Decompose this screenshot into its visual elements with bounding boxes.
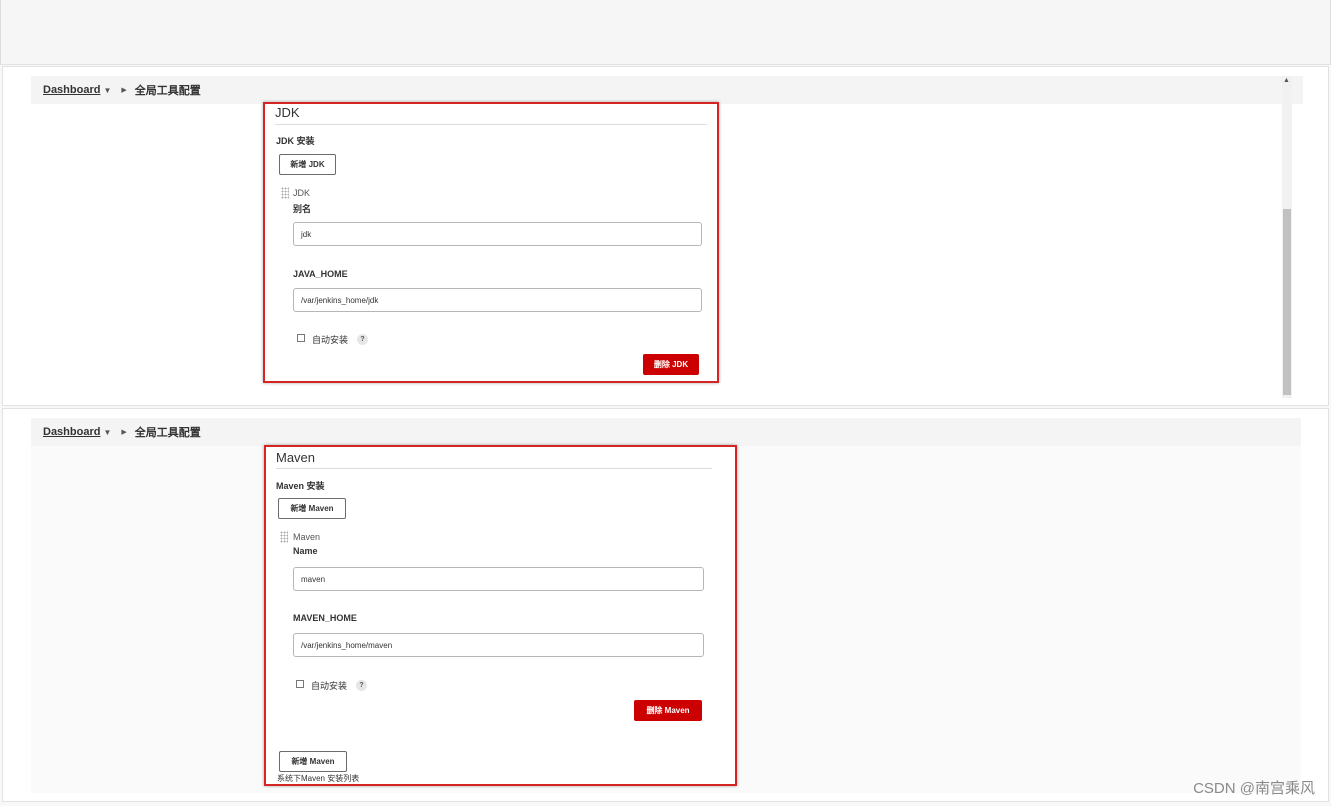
jdk-alias-label: 别名	[293, 204, 312, 214]
maven-home-label: MAVEN_HOME	[293, 613, 357, 623]
section-divider	[275, 124, 707, 125]
breadcrumb: Dashboard ▼ ▶ 全局工具配置	[31, 418, 1301, 446]
java-home-input[interactable]: /var/jenkins_home/jdk	[293, 288, 702, 312]
help-icon[interactable]: ?	[356, 680, 367, 691]
breadcrumb-current: 全局工具配置	[134, 427, 201, 439]
java-home-label: JAVA_HOME	[293, 269, 348, 279]
screenshot-panel-jdk: Dashboard ▼ ▶ 全局工具配置 ▲ JDK JDK 安装 新增 JDK…	[2, 66, 1329, 406]
scrollbar[interactable]: ▲	[1282, 76, 1292, 398]
section-divider	[276, 468, 712, 469]
chevron-right-icon: ▶	[121, 429, 127, 436]
drag-handle-icon[interactable]	[281, 187, 289, 199]
maven-name-input[interactable]: maven	[293, 567, 704, 591]
jdk-item-name: JDK	[293, 188, 311, 198]
scroll-up-arrow-icon[interactable]: ▲	[1283, 77, 1290, 84]
drag-handle-icon[interactable]	[280, 531, 288, 543]
maven-install-title: Maven 安装	[276, 481, 325, 491]
help-icon[interactable]: ?	[357, 334, 368, 345]
add-maven-bottom-button[interactable]: 新增 Maven	[279, 751, 347, 772]
maven-section-title: Maven	[276, 450, 316, 465]
maven-auto-install-checkbox[interactable]	[296, 680, 304, 688]
jdk-alias-input[interactable]: jdk	[293, 222, 702, 246]
chevron-right-icon: ▶	[121, 87, 127, 94]
delete-maven-button[interactable]: 删除 Maven	[634, 700, 702, 721]
top-band	[0, 0, 1331, 65]
maven-list-hint: 系统下Maven 安装列表	[277, 774, 360, 783]
delete-jdk-button[interactable]: 删除 JDK	[643, 354, 699, 375]
breadcrumb: Dashboard ▼ ▶ 全局工具配置	[31, 76, 1303, 104]
watermark: CSDN @南宫乘风	[1193, 780, 1315, 797]
jdk-auto-install-checkbox[interactable]	[297, 334, 305, 342]
jdk-section-title: JDK	[275, 105, 300, 120]
maven-auto-install-label: 自动安装	[311, 681, 348, 691]
add-jdk-button[interactable]: 新增 JDK	[279, 154, 336, 175]
breadcrumb-dashboard-link[interactable]: Dashboard	[43, 84, 100, 96]
jdk-install-title: JDK 安装	[276, 136, 315, 146]
maven-item-name: Maven	[293, 532, 321, 542]
maven-name-label: Name	[293, 546, 318, 556]
breadcrumb-dashboard-link[interactable]: Dashboard	[43, 426, 100, 438]
screenshot-panel-maven: Dashboard ▼ ▶ 全局工具配置 Maven Maven 安装 新增 M…	[2, 408, 1329, 802]
jdk-highlight-box: JDK JDK 安装 新增 JDK JDK 别名 jdk JAVA_HOME /…	[263, 102, 719, 383]
breadcrumb-current: 全局工具配置	[134, 85, 201, 97]
caret-down-icon[interactable]: ▼	[103, 86, 111, 95]
scrollbar-thumb[interactable]	[1283, 209, 1291, 395]
maven-home-input[interactable]: /var/jenkins_home/maven	[293, 633, 704, 657]
add-maven-button[interactable]: 新增 Maven	[278, 498, 346, 519]
jdk-auto-install-label: 自动安装	[312, 335, 349, 345]
caret-down-icon[interactable]: ▼	[103, 428, 111, 437]
maven-highlight-box: Maven Maven 安装 新增 Maven Maven Name maven…	[264, 445, 737, 786]
